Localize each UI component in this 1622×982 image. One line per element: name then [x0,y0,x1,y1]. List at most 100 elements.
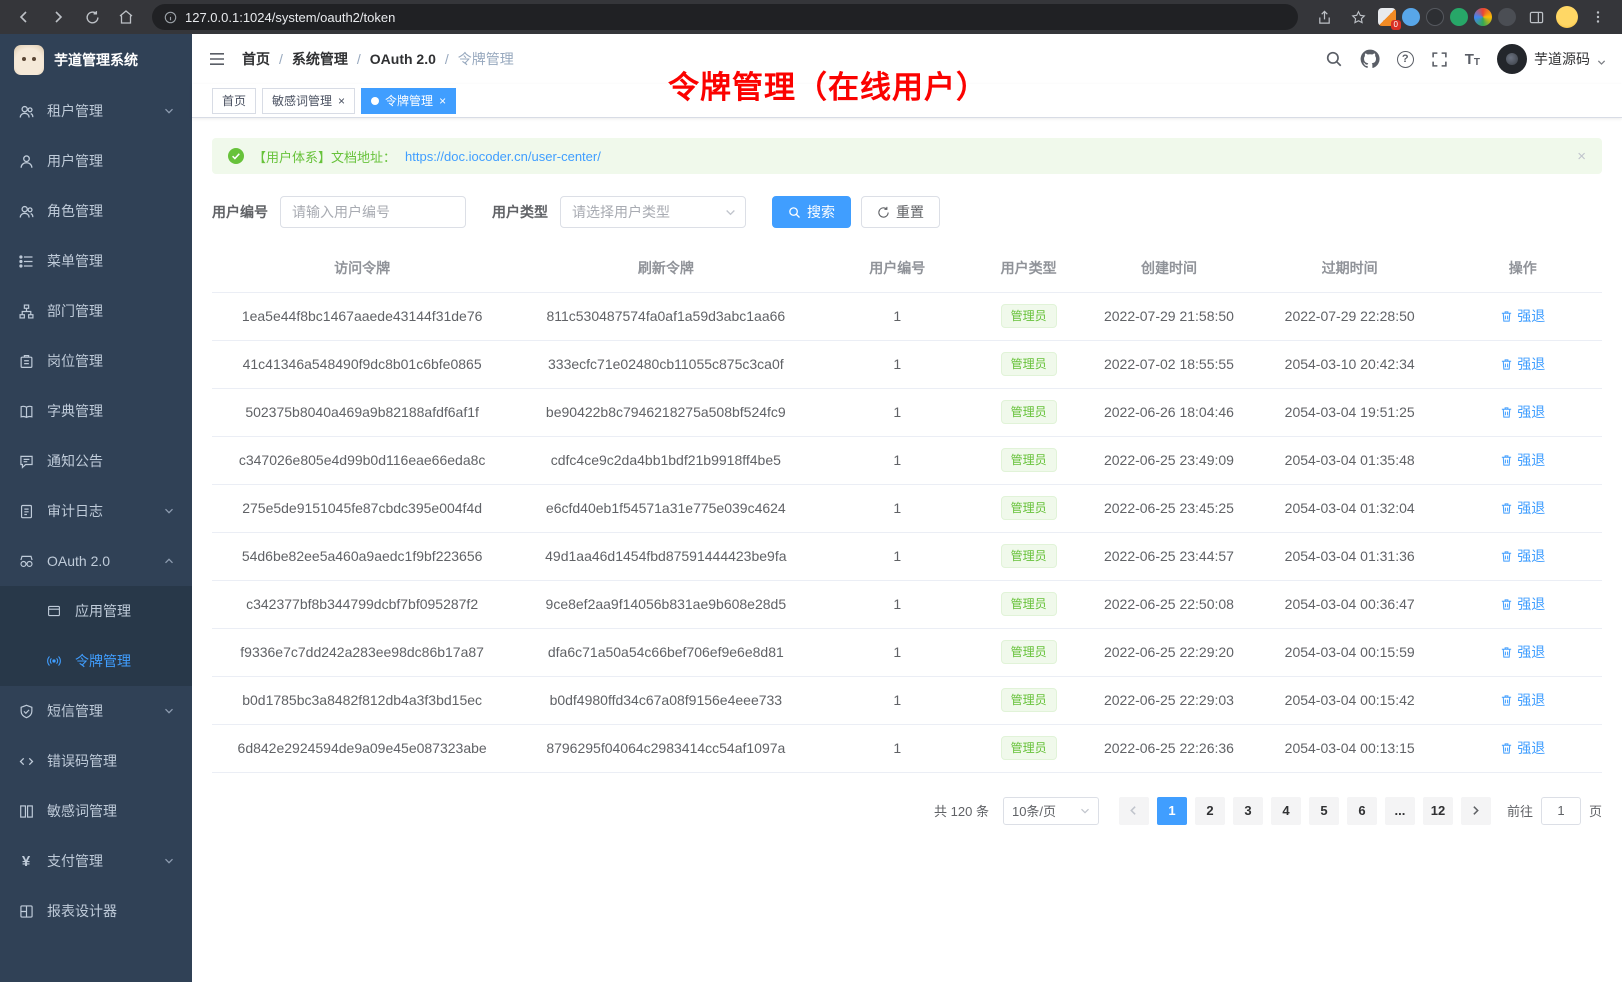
pagination-page-4[interactable]: 4 [1271,797,1301,825]
action-label: 强退 [1517,498,1545,518]
search-icon[interactable] [1325,50,1343,68]
force-logout-button[interactable]: 强退 [1500,306,1545,326]
force-logout-button[interactable]: 强退 [1500,642,1545,662]
cell-expires-at: 2054-03-10 20:42:34 [1256,340,1444,388]
sidebar-item-oauth[interactable]: OAuth 2.0 [0,536,192,586]
delete-icon [1500,406,1513,419]
search-button[interactable]: 搜索 [772,196,851,228]
back-icon[interactable] [10,3,38,31]
users-icon [18,104,34,119]
breadcrumb-home[interactable]: 首页 [242,49,292,69]
cell-actions: 强退 [1443,292,1602,340]
sidebar-item-user[interactable]: 用户管理 [0,136,192,186]
sidebar-item-app-manage[interactable]: 应用管理 [0,586,192,636]
reset-button[interactable]: 重置 [861,196,940,228]
info-icon[interactable] [164,11,177,24]
cell-expires-at: 2054-03-04 01:31:36 [1256,532,1444,580]
font-size-icon[interactable]: TT [1465,51,1480,68]
browser-profile-avatar[interactable] [1556,6,1578,28]
user-type-select[interactable] [560,196,746,228]
fullscreen-icon[interactable] [1431,51,1448,68]
cell-expires-at: 2054-03-04 00:15:42 [1256,676,1444,724]
page-size-select[interactable]: 10条/页 [1003,797,1099,825]
sidebar-item-post[interactable]: 岗位管理 [0,336,192,386]
action-label: 强退 [1517,690,1545,710]
sidebar-item-menu[interactable]: 菜单管理 [0,236,192,286]
breadcrumb-oauth[interactable]: OAuth 2.0 [370,51,458,67]
pagination-page-2[interactable]: 2 [1195,797,1225,825]
side-panel-icon[interactable] [1522,3,1550,31]
page-size-value: 10条/页 [1012,801,1056,820]
user-menu[interactable]: 芋道源码 [1497,44,1606,74]
doc-link[interactable]: https://doc.iocoder.cn/user-center/ [405,149,601,164]
sidebar-item-pay[interactable]: ¥ 支付管理 [0,836,192,886]
home-icon[interactable] [112,3,140,31]
user-type-tag: 管理员 [1001,592,1057,616]
cell-created-at: 2022-06-25 23:44:57 [1082,532,1256,580]
force-logout-button[interactable]: 强退 [1500,594,1545,614]
breadcrumb-system[interactable]: 系统管理 [292,49,370,69]
cell-expires-at: 2054-03-04 01:32:04 [1256,484,1444,532]
pagination-page-12[interactable]: 12 [1423,797,1453,825]
user-id-input[interactable] [280,196,466,228]
columns-icon [18,804,34,819]
pagination-next-button[interactable] [1461,797,1491,825]
extension-color-icon[interactable] [1474,8,1492,26]
force-logout-button[interactable]: 强退 [1500,546,1545,566]
force-logout-button[interactable]: 强退 [1500,402,1545,422]
search-button-label: 搜索 [807,202,835,222]
help-icon[interactable] [1397,51,1414,68]
breadcrumb-current: 令牌管理 [458,49,514,69]
sidebar-item-label: 令牌管理 [75,651,131,671]
user-id-label: 用户编号 [212,202,268,222]
sidebar-item-token-manage[interactable]: 令牌管理 [0,636,192,686]
app-logo[interactable]: 芋道管理系统 [0,34,192,86]
tab-sensitive-word[interactable]: 敏感词管理 × [262,88,355,114]
tab-token-manage[interactable]: 令牌管理 × [361,88,456,114]
force-logout-button[interactable]: 强退 [1500,450,1545,470]
extension-icon[interactable]: 0 [1378,8,1396,26]
pagination-page-6[interactable]: 6 [1347,797,1377,825]
goto-page-input[interactable] [1541,797,1581,825]
pagination-page-1[interactable]: 1 [1157,797,1187,825]
close-icon[interactable]: × [1577,148,1586,165]
pagination-prev-button[interactable] [1119,797,1149,825]
github-icon[interactable] [1360,49,1380,69]
close-icon[interactable]: × [439,95,446,107]
extension-badge: 0 [1391,20,1401,30]
address-bar[interactable]: 127.0.0.1:1024/system/oauth2/token [152,4,1298,30]
tab-home[interactable]: 首页 [212,88,256,114]
sidebar-item-notice[interactable]: 通知公告 [0,436,192,486]
pagination-page-5[interactable]: 5 [1309,797,1339,825]
forward-icon[interactable] [44,3,72,31]
sidebar-item-error-code[interactable]: 错误码管理 [0,736,192,786]
sidebar-item-role[interactable]: 角色管理 [0,186,192,236]
extension-dark-icon[interactable] [1426,8,1444,26]
sidebar-item-tenant[interactable]: 租户管理 [0,86,192,136]
cell-created-at: 2022-06-25 23:49:09 [1082,436,1256,484]
pagination-more-button[interactable]: ... [1385,797,1415,825]
close-icon[interactable]: × [338,95,345,107]
user-type-tag: 管理员 [1001,640,1057,664]
force-logout-button[interactable]: 强退 [1500,354,1545,374]
extension-puzzle-icon[interactable] [1498,8,1516,26]
cell-expires-at: 2054-03-04 01:35:48 [1256,436,1444,484]
sidebar-item-dept[interactable]: 部门管理 [0,286,192,336]
pagination-page-3[interactable]: 3 [1233,797,1263,825]
sidebar-item-sensitive-word[interactable]: 敏感词管理 [0,786,192,836]
share-icon[interactable] [1310,3,1338,31]
force-logout-button[interactable]: 强退 [1500,690,1545,710]
sidebar-item-audit-log[interactable]: 审计日志 [0,486,192,536]
sidebar-item-sms[interactable]: 短信管理 [0,686,192,736]
force-logout-button[interactable]: 强退 [1500,738,1545,758]
sidebar-item-report-designer[interactable]: 报表设计器 [0,886,192,936]
browser-menu-icon[interactable] [1584,3,1612,31]
extension-green-icon[interactable] [1450,8,1468,26]
hamburger-icon[interactable] [208,51,226,67]
tags-view: 首页 敏感词管理 × 令牌管理 × [192,84,1622,118]
bookmark-star-icon[interactable] [1344,3,1372,31]
extension-blue-icon[interactable] [1402,8,1420,26]
force-logout-button[interactable]: 强退 [1500,498,1545,518]
sidebar-item-dict[interactable]: 字典管理 [0,386,192,436]
reload-icon[interactable] [78,3,106,31]
